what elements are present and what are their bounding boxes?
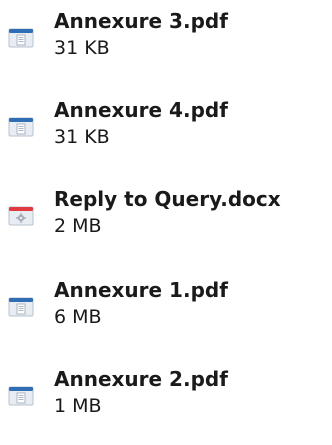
attachment-name[interactable]: Reply to Query.docx [54,186,281,212]
attachment-name[interactable]: Annexure 3.pdf [54,8,228,34]
pdf-document-icon [8,297,34,317]
attachment-item[interactable]: Annexure 3.pdf 31 KB [0,8,332,84]
attachment-list: Annexure 3.pdf 31 KB Annexure 4.pdf 31 K… [0,0,332,445]
attachment-name[interactable]: Annexure 1.pdf [54,277,228,303]
attachment-size: 1 MB [54,395,102,417]
pdf-document-icon [8,386,34,406]
attachment-item[interactable]: Annexure 4.pdf 31 KB [0,97,332,173]
attachment-item[interactable]: Annexure 1.pdf 6 MB [0,277,332,353]
attachment-size: 31 KB [54,37,110,59]
attachment-size: 6 MB [54,306,102,328]
attachment-name[interactable]: Annexure 4.pdf [54,97,228,123]
pdf-document-icon [8,117,34,137]
docx-document-icon [8,206,34,226]
pdf-document-icon [8,28,34,48]
attachment-item[interactable]: Reply to Query.docx 2 MB [0,186,332,262]
attachment-size: 31 KB [54,126,110,148]
attachment-item[interactable]: Annexure 2.pdf 1 MB [0,366,332,442]
attachment-name[interactable]: Annexure 2.pdf [54,366,228,392]
attachment-size: 2 MB [54,215,102,237]
